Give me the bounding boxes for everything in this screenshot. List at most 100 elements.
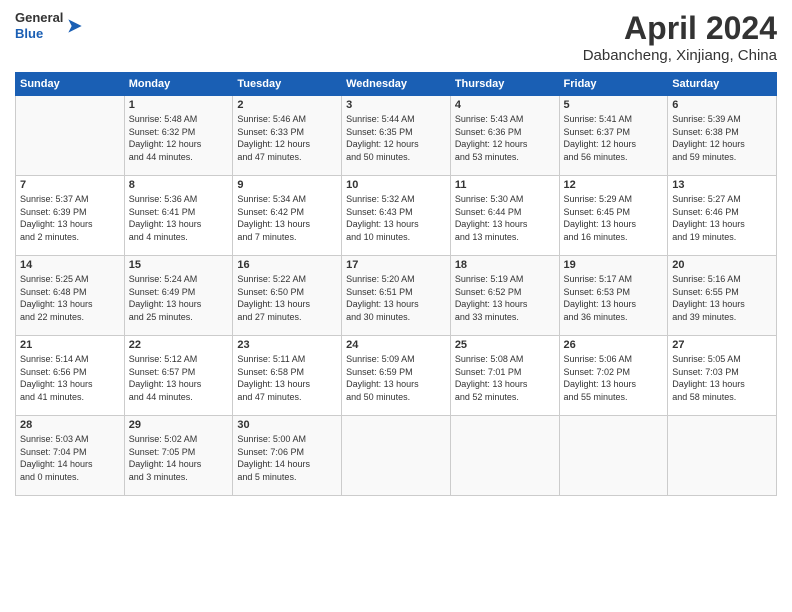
cell-content: Sunrise: 5:16 AM Sunset: 6:55 PM Dayligh…	[672, 273, 772, 323]
week-row-4: 21 Sunrise: 5:14 AM Sunset: 6:56 PM Dayli…	[16, 336, 777, 416]
calendar-cell	[450, 416, 559, 496]
calendar-cell: 23 Sunrise: 5:11 AM Sunset: 6:58 PM Dayli…	[233, 336, 342, 416]
cell-content: Sunrise: 5:34 AM Sunset: 6:42 PM Dayligh…	[237, 193, 337, 243]
calendar-cell: 30 Sunrise: 5:00 AM Sunset: 7:06 PM Dayli…	[233, 416, 342, 496]
day-number: 25	[455, 339, 555, 351]
week-row-5: 28 Sunrise: 5:03 AM Sunset: 7:04 PM Dayli…	[16, 416, 777, 496]
calendar-cell: 14 Sunrise: 5:25 AM Sunset: 6:48 PM Dayli…	[16, 256, 125, 336]
calendar-cell: 2Sunrise: 5:46 AM Sunset: 6:33 PM Daylig…	[233, 96, 342, 176]
calendar-table: SundayMondayTuesdayWednesdayThursdayFrid…	[15, 72, 777, 496]
calendar-cell: 21 Sunrise: 5:14 AM Sunset: 6:56 PM Dayli…	[16, 336, 125, 416]
title-block: April 2024 Dabancheng, Xinjiang, China	[583, 10, 777, 64]
day-number: 14	[20, 259, 120, 271]
calendar-cell: 5 Sunrise: 5:41 AM Sunset: 6:37 PM Daylig…	[559, 96, 668, 176]
calendar-cell: 6 Sunrise: 5:39 AM Sunset: 6:38 PM Daylig…	[668, 96, 777, 176]
cell-content: Sunrise: 5:20 AM Sunset: 6:51 PM Dayligh…	[346, 273, 446, 323]
location-subtitle: Dabancheng, Xinjiang, China	[583, 47, 777, 64]
day-number: 17	[346, 259, 446, 271]
day-number: 29	[129, 419, 229, 431]
day-header-thursday: Thursday	[450, 73, 559, 96]
day-number: 28	[20, 419, 120, 431]
cell-content: Sunrise: 5:48 AM Sunset: 6:32 PM Dayligh…	[129, 113, 229, 163]
day-number: 23	[237, 339, 337, 351]
day-number: 15	[129, 259, 229, 271]
cell-content: Sunrise: 5:03 AM Sunset: 7:04 PM Dayligh…	[20, 433, 120, 483]
day-number: 21	[20, 339, 120, 351]
calendar-cell: 19 Sunrise: 5:17 AM Sunset: 6:53 PM Dayli…	[559, 256, 668, 336]
day-number: 26	[564, 339, 664, 351]
cell-content: Sunrise: 5:06 AM Sunset: 7:02 PM Dayligh…	[564, 353, 664, 403]
cell-content: Sunrise: 5:09 AM Sunset: 6:59 PM Dayligh…	[346, 353, 446, 403]
day-number: 4	[455, 99, 555, 111]
cell-content: Sunrise: 5:25 AM Sunset: 6:48 PM Dayligh…	[20, 273, 120, 323]
logo: General Blue	[15, 10, 85, 41]
calendar-cell: 15Sunrise: 5:24 AM Sunset: 6:49 PM Dayli…	[124, 256, 233, 336]
day-number: 13	[672, 179, 772, 191]
cell-content: Sunrise: 5:39 AM Sunset: 6:38 PM Dayligh…	[672, 113, 772, 163]
calendar-cell: 4 Sunrise: 5:43 AM Sunset: 6:36 PM Daylig…	[450, 96, 559, 176]
cell-content: Sunrise: 5:05 AM Sunset: 7:03 PM Dayligh…	[672, 353, 772, 403]
day-number: 11	[455, 179, 555, 191]
calendar-cell: 16 Sunrise: 5:22 AM Sunset: 6:50 PM Dayli…	[233, 256, 342, 336]
cell-content: Sunrise: 5:44 AM Sunset: 6:35 PM Dayligh…	[346, 113, 446, 163]
day-number: 30	[237, 419, 337, 431]
cell-content: Sunrise: 5:41 AM Sunset: 6:37 PM Dayligh…	[564, 113, 664, 163]
cell-content: Sunrise: 5:14 AM Sunset: 6:56 PM Dayligh…	[20, 353, 120, 403]
week-row-1: 1 Sunrise: 5:48 AM Sunset: 6:32 PM Daylig…	[16, 96, 777, 176]
day-number: 12	[564, 179, 664, 191]
logo-general: General	[15, 10, 63, 26]
cell-content: Sunrise: 5:00 AM Sunset: 7:06 PM Dayligh…	[237, 433, 337, 483]
calendar-cell: 25 Sunrise: 5:08 AM Sunset: 7:01 PM Dayli…	[450, 336, 559, 416]
day-header-saturday: Saturday	[668, 73, 777, 96]
day-number: 22	[129, 339, 229, 351]
day-number: 27	[672, 339, 772, 351]
cell-content: Sunrise: 5:46 AM Sunset: 6:33 PM Dayligh…	[237, 113, 337, 163]
cell-content: Sunrise: 5:37 AM Sunset: 6:39 PM Dayligh…	[20, 193, 120, 243]
cell-content: Sunrise: 5:02 AM Sunset: 7:05 PM Dayligh…	[129, 433, 229, 483]
calendar-cell: 24Sunrise: 5:09 AM Sunset: 6:59 PM Dayli…	[342, 336, 451, 416]
day-number: 1	[129, 99, 229, 111]
calendar-cell: 13 Sunrise: 5:27 AM Sunset: 6:46 PM Dayli…	[668, 176, 777, 256]
cell-content: Sunrise: 5:29 AM Sunset: 6:45 PM Dayligh…	[564, 193, 664, 243]
day-number: 10	[346, 179, 446, 191]
calendar-cell	[342, 416, 451, 496]
calendar-cell	[16, 96, 125, 176]
day-header-monday: Monday	[124, 73, 233, 96]
calendar-cell: 8Sunrise: 5:36 AM Sunset: 6:41 PM Daylig…	[124, 176, 233, 256]
month-title: April 2024	[583, 10, 777, 47]
logo-blue: Blue	[15, 26, 63, 42]
cell-content: Sunrise: 5:11 AM Sunset: 6:58 PM Dayligh…	[237, 353, 337, 403]
cell-content: Sunrise: 5:36 AM Sunset: 6:41 PM Dayligh…	[129, 193, 229, 243]
day-number: 3	[346, 99, 446, 111]
day-number: 19	[564, 259, 664, 271]
day-number: 6	[672, 99, 772, 111]
day-number: 20	[672, 259, 772, 271]
day-header-sunday: Sunday	[16, 73, 125, 96]
calendar-cell: 29 Sunrise: 5:02 AM Sunset: 7:05 PM Dayli…	[124, 416, 233, 496]
cell-content: Sunrise: 5:27 AM Sunset: 6:46 PM Dayligh…	[672, 193, 772, 243]
cell-content: Sunrise: 5:30 AM Sunset: 6:44 PM Dayligh…	[455, 193, 555, 243]
cell-content: Sunrise: 5:43 AM Sunset: 6:36 PM Dayligh…	[455, 113, 555, 163]
calendar-cell	[559, 416, 668, 496]
header: General Blue April 2024 Dabancheng, Xinj…	[15, 10, 777, 64]
day-header-tuesday: Tuesday	[233, 73, 342, 96]
day-number: 16	[237, 259, 337, 271]
calendar-cell: 27 Sunrise: 5:05 AM Sunset: 7:03 PM Dayli…	[668, 336, 777, 416]
calendar-cell: 7 Sunrise: 5:37 AM Sunset: 6:39 PM Daylig…	[16, 176, 125, 256]
day-number: 5	[564, 99, 664, 111]
week-row-2: 7 Sunrise: 5:37 AM Sunset: 6:39 PM Daylig…	[16, 176, 777, 256]
calendar-cell: 28 Sunrise: 5:03 AM Sunset: 7:04 PM Dayli…	[16, 416, 125, 496]
day-number: 7	[20, 179, 120, 191]
calendar-cell: 26 Sunrise: 5:06 AM Sunset: 7:02 PM Dayli…	[559, 336, 668, 416]
calendar-cell: 1 Sunrise: 5:48 AM Sunset: 6:32 PM Daylig…	[124, 96, 233, 176]
calendar-cell: 10Sunrise: 5:32 AM Sunset: 6:43 PM Dayli…	[342, 176, 451, 256]
day-header-friday: Friday	[559, 73, 668, 96]
day-number: 18	[455, 259, 555, 271]
cell-content: Sunrise: 5:22 AM Sunset: 6:50 PM Dayligh…	[237, 273, 337, 323]
header-row: SundayMondayTuesdayWednesdayThursdayFrid…	[16, 73, 777, 96]
cell-content: Sunrise: 5:17 AM Sunset: 6:53 PM Dayligh…	[564, 273, 664, 323]
cell-content: Sunrise: 5:08 AM Sunset: 7:01 PM Dayligh…	[455, 353, 555, 403]
logo-icon	[65, 16, 85, 36]
calendar-cell: 9Sunrise: 5:34 AM Sunset: 6:42 PM Daylig…	[233, 176, 342, 256]
calendar-cell: 18Sunrise: 5:19 AM Sunset: 6:52 PM Dayli…	[450, 256, 559, 336]
